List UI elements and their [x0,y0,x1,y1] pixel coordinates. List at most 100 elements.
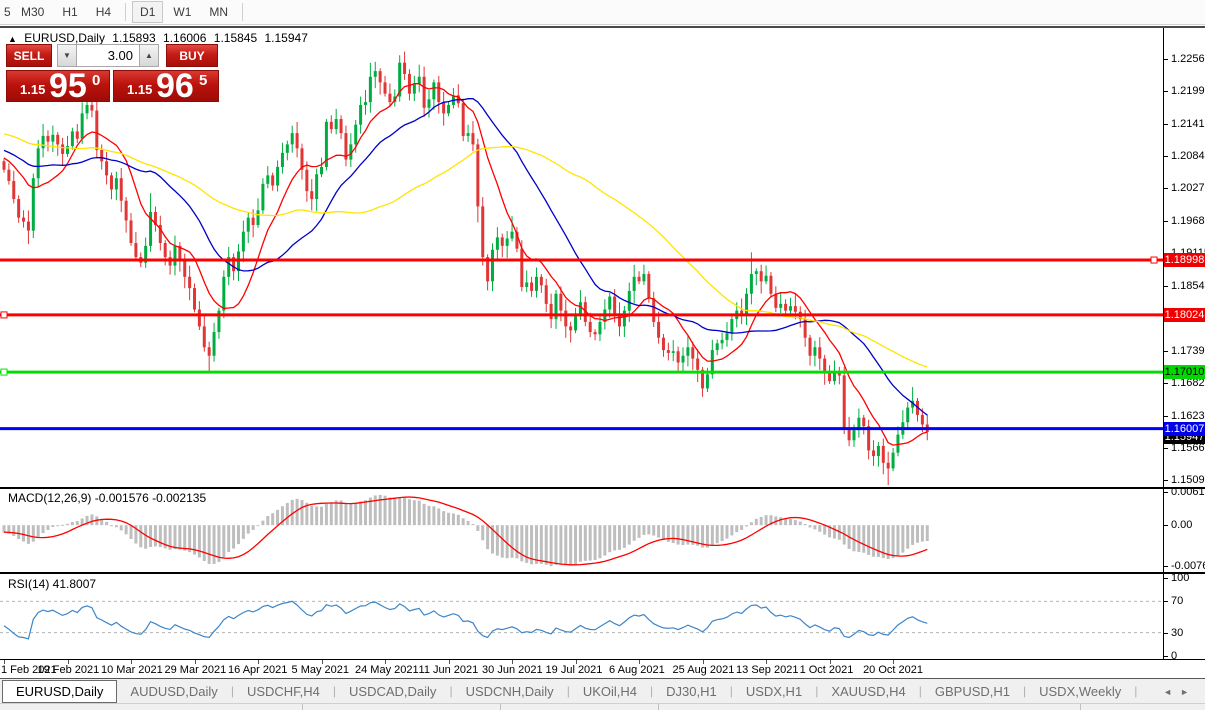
hline-label-resistance-1[interactable]: 1.18998 [1164,253,1205,267]
rsi-label: RSI(14) 41.8007 [8,577,96,591]
statusbar-divider [1080,704,1081,710]
tab-dj30-h1[interactable]: DJ30,H1 [653,681,730,702]
axis-tick-mark [1163,525,1168,526]
date-label: 29 Mar 2021 [165,664,227,676]
ohlc-high: 1.16006 [163,31,206,45]
date-label: 10 Mar 2021 [101,664,163,676]
sell-price-box[interactable]: 1.15 95 0 [6,70,110,102]
statusbar-divider [302,704,303,710]
rsi-tick-label: 30 [1171,627,1183,640]
axis-tick-mark [1163,59,1168,60]
axis-tick-mark [1163,480,1168,481]
buy-price-box[interactable]: 1.15 96 5 [113,70,219,102]
tab-scroll-right-icon[interactable]: ► [1180,687,1197,697]
axis-tick-mark [1163,91,1168,92]
macd-tick-label: 0.006193 [1171,486,1205,499]
date-label: 30 Jun 2021 [482,664,543,676]
timeframe-h1-button[interactable]: H1 [54,1,85,23]
axis-tick-mark [1163,383,1168,384]
panel-separator[interactable] [0,572,1205,574]
price-tick-label: 1.17390 [1171,345,1205,358]
price-tick-label: 1.21410 [1171,118,1205,131]
date-label: 19 Jul 2021 [546,664,603,676]
rsi-tick-label: 70 [1171,595,1183,608]
tab-ukoil-h4[interactable]: UKOil,H4 [570,681,650,702]
price-tick-label: 1.22565 [1171,53,1205,66]
volume-input[interactable] [77,44,139,67]
sell-price-point: 0 [92,72,100,89]
hline-label-current-level[interactable]: 1.16007 [1164,422,1205,436]
axis-tick-mark [1163,416,1168,417]
date-label: 6 Aug 2021 [609,664,665,676]
price-tick-label: 1.20840 [1171,150,1205,163]
date-label: 25 Aug 2021 [673,664,735,676]
rsi-tick-label: 0 [1171,650,1177,663]
rsi-tick-label: 100 [1171,572,1189,585]
ohlc-low: 1.15845 [214,31,257,45]
timeframe-m15-button[interactable]: 5 [1,1,11,23]
tab-usdcad-daily[interactable]: USDCAD,Daily [336,681,449,702]
macd-tick-label: 0.00 [1171,519,1192,532]
volume-increase-button[interactable]: ▲ [139,44,159,67]
sell-price-base: 1.15 [20,82,45,97]
price-tick-label: 1.20270 [1171,182,1205,195]
date-label: 5 May 2021 [292,664,349,676]
axis-tick-mark [1163,578,1168,579]
axis-tick-mark [1163,601,1168,602]
sell-button[interactable]: SELL [6,44,52,67]
date-label: 20 Oct 2021 [863,664,923,676]
chart-title: ▲ EURUSD,Daily 1.15893 1.16006 1.15845 1… [8,31,312,45]
chart-symbol-period: EURUSD,Daily [24,31,105,45]
collapse-triangle-icon[interactable]: ▲ [8,34,17,44]
ohlc-close: 1.15947 [265,31,308,45]
tab-usdchf-h4[interactable]: USDCHF,H4 [234,681,333,702]
axis-tick-mark [1163,492,1168,493]
buy-button[interactable]: BUY [166,44,218,67]
tab-gbpusd-h1[interactable]: GBPUSD,H1 [922,681,1023,702]
axis-tick-mark [1163,566,1168,567]
tab-separator [1134,684,1137,698]
timeframe-w1-button[interactable]: W1 [165,1,199,23]
date-label: 1 Oct 2021 [800,664,854,676]
price-tick-label: 1.19685 [1171,215,1205,228]
hline-label-support[interactable]: 1.17010 [1164,365,1205,379]
axis-tick-mark [1163,286,1168,287]
axis-tick-mark [1163,656,1168,657]
tab-audusd-daily[interactable]: AUDUSD,Daily [117,681,230,702]
panel-separator[interactable] [0,487,1205,489]
tab-xauusd-h4[interactable]: XAUUSD,H4 [818,681,918,702]
price-tick-label: 1.21995 [1171,85,1205,98]
tab-usdx-weekly[interactable]: USDX,Weekly [1026,681,1134,702]
tab-eurusd-daily[interactable]: EURUSD,Daily [2,680,117,703]
axis-tick-mark [1163,156,1168,157]
axis-tick-mark [1163,188,1168,189]
buy-price-pips: 96 [156,67,194,106]
time-axis[interactable]: 1 Feb 202119 Feb 202110 Mar 202129 Mar 2… [0,660,1163,677]
ohlc-open: 1.15893 [112,31,155,45]
axis-tick-mark [1163,221,1168,222]
timeframe-d1-button[interactable]: D1 [132,1,163,23]
rsi-indicator-panel[interactable] [0,574,1163,659]
date-label: 16 Apr 2021 [228,664,287,676]
buy-price-point: 5 [199,72,207,89]
date-label: 13 Sep 2021 [736,664,798,676]
tab-usdcnh-daily[interactable]: USDCNH,Daily [453,681,567,702]
timeframe-m30-button[interactable]: M30 [13,1,52,23]
date-label: 19 Feb 2021 [38,664,100,676]
status-bar [0,703,1205,710]
statusbar-divider [500,704,501,710]
hline-label-resistance-2[interactable]: 1.18024 [1164,308,1205,322]
tab-usdx-h1[interactable]: USDX,H1 [733,681,815,702]
tab-scroll-left-icon[interactable]: ◄ [1163,687,1180,697]
timeframe-mn-button[interactable]: MN [201,1,236,23]
one-click-trading-panel: SELL ▼ ▲ BUY 1.15 95 0 1.15 96 5 [6,44,220,102]
sell-price-pips: 95 [49,67,87,106]
timeframe-h4-button[interactable]: H4 [88,1,119,23]
axis-tick-mark [1163,633,1168,634]
statusbar-divider [658,704,659,710]
toolbar-separator [125,3,126,21]
axis-tick-mark [1163,448,1168,449]
axis-tick-mark [1163,124,1168,125]
date-label: 11 Jun 2021 [419,664,479,676]
volume-decrease-button[interactable]: ▼ [57,44,77,67]
